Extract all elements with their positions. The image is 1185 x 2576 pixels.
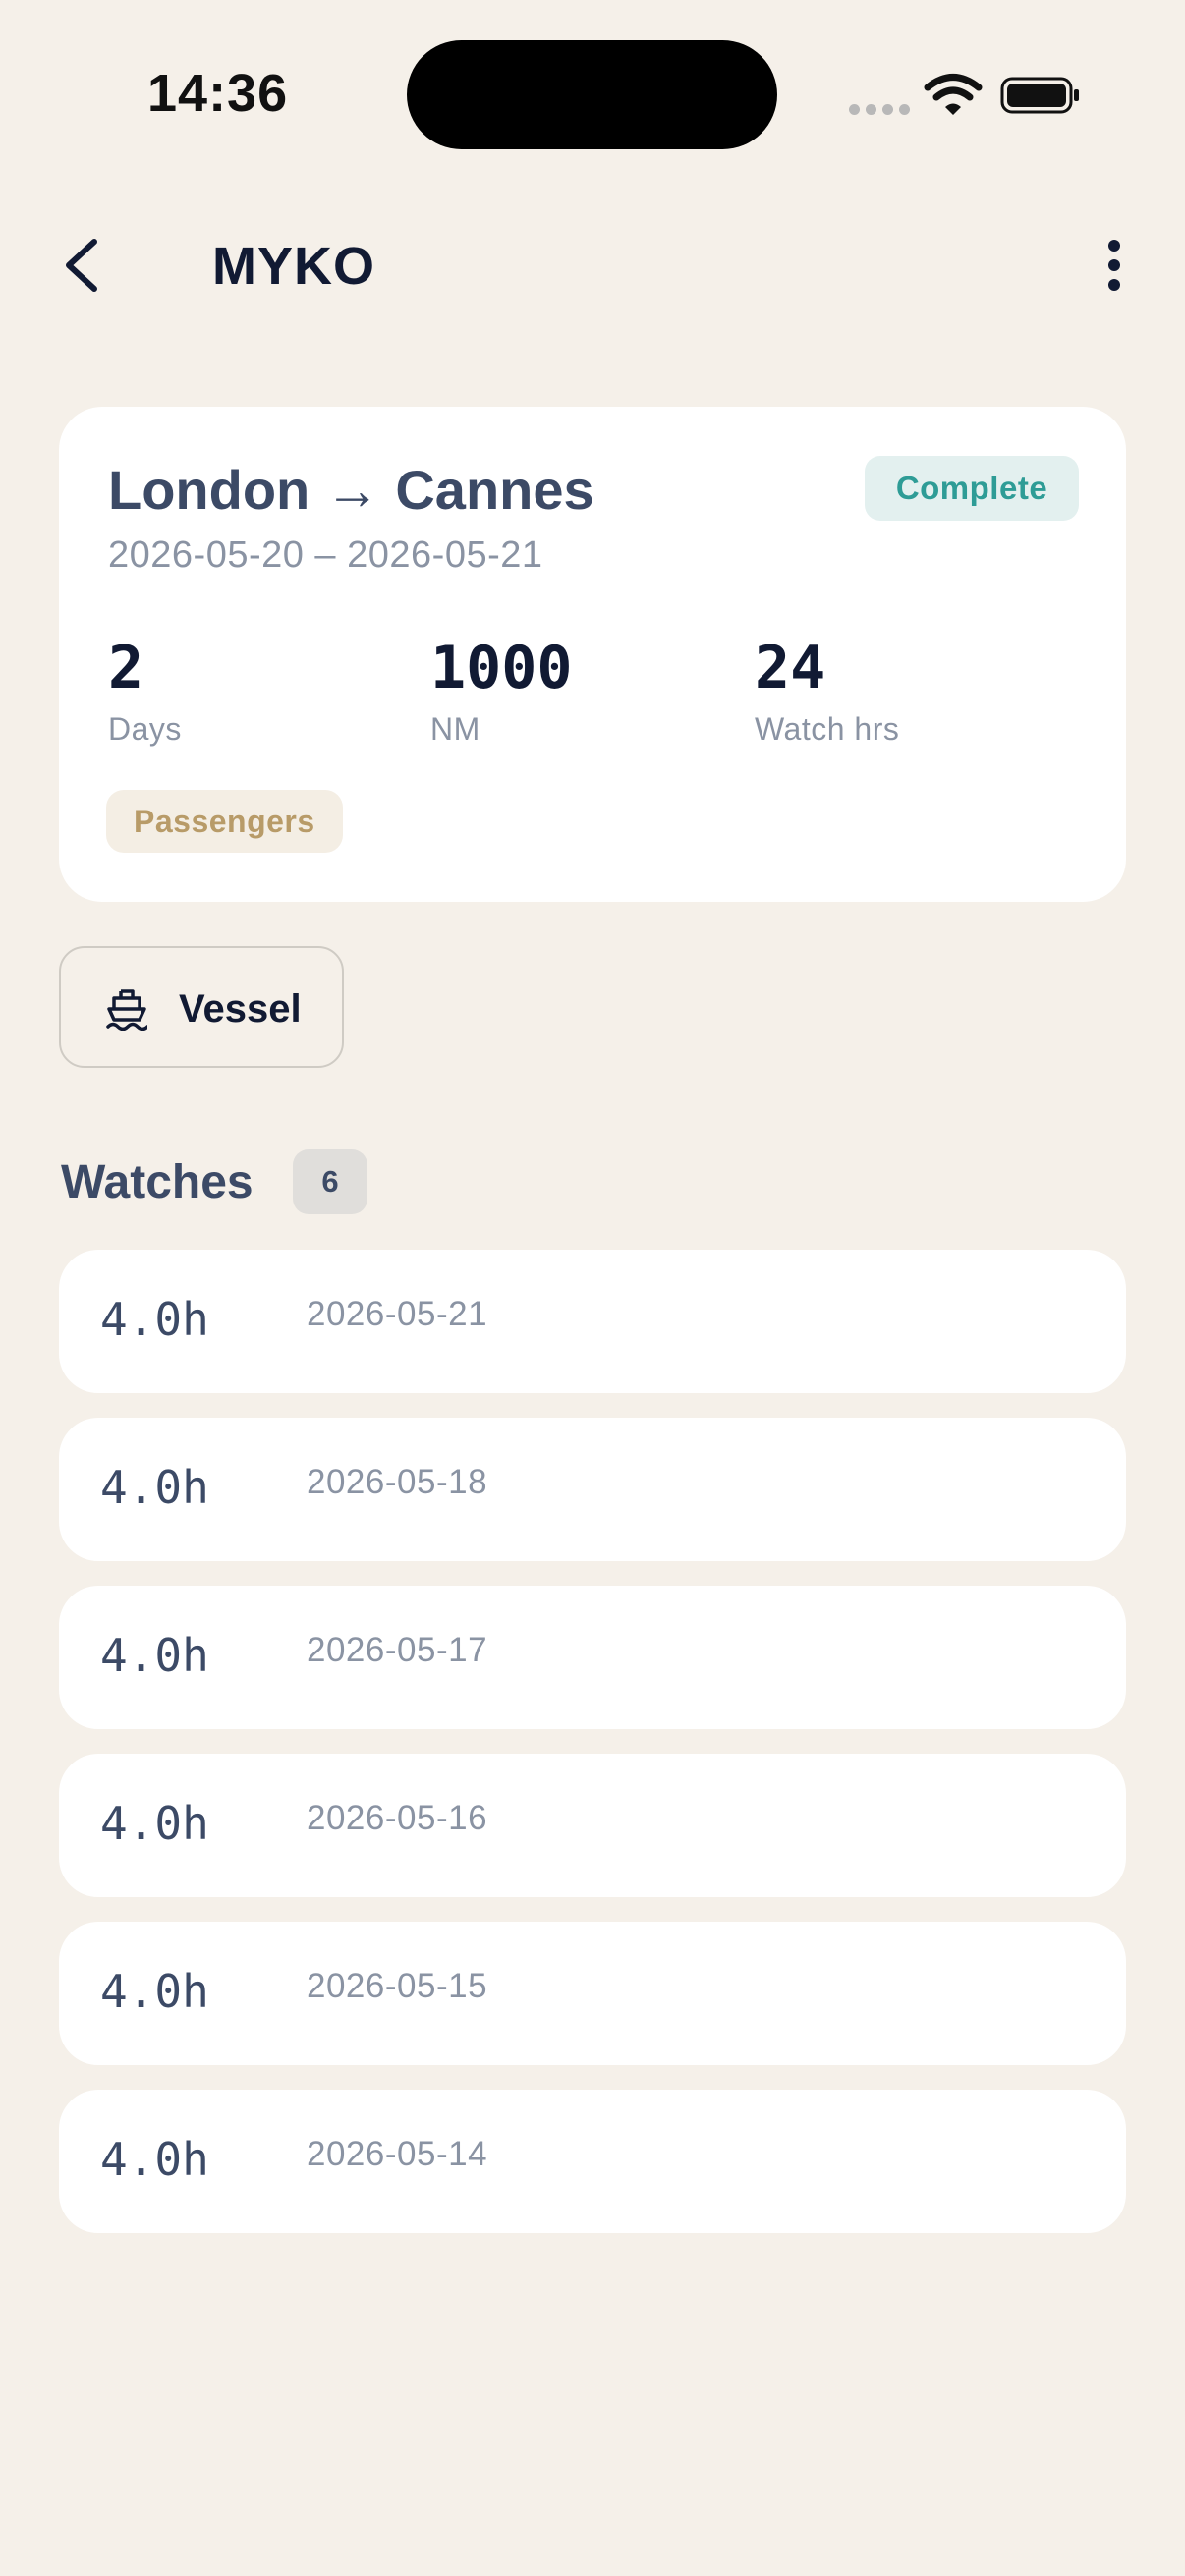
watch-date: 2026-05-15 xyxy=(307,1967,488,2005)
ship-icon xyxy=(106,989,147,1031)
battery-icon xyxy=(1000,77,1079,114)
watch-hours: 4.0h xyxy=(100,1629,209,1682)
vessel-button-label: Vessel xyxy=(179,987,302,1031)
status-badge: Complete xyxy=(865,456,1079,521)
stat-label: Watch hrs xyxy=(755,711,900,747)
trip-route-title: London → Cannes xyxy=(108,459,594,521)
back-button[interactable] xyxy=(55,234,114,297)
watch-row[interactable]: 4.0h 2026-05-16 xyxy=(59,1754,1126,1897)
stat-distance: 1000 NM xyxy=(430,639,573,748)
stat-label: NM xyxy=(430,711,480,747)
watch-date: 2026-05-16 xyxy=(307,1799,488,1837)
watch-row[interactable]: 4.0h 2026-05-14 xyxy=(59,2090,1126,2233)
stat-value: 24 xyxy=(755,634,826,702)
watch-row[interactable]: 4.0h 2026-05-21 xyxy=(59,1250,1126,1393)
stat-days: 2 Days xyxy=(108,639,182,748)
watches-count-badge: 6 xyxy=(293,1149,367,1214)
vessel-button[interactable]: Vessel xyxy=(59,946,344,1068)
watch-row[interactable]: 4.0h 2026-05-18 xyxy=(59,1418,1126,1561)
watch-date: 2026-05-14 xyxy=(307,2135,488,2173)
watch-row[interactable]: 4.0h 2026-05-17 xyxy=(59,1586,1126,1729)
watch-row[interactable]: 4.0h 2026-05-15 xyxy=(59,1922,1126,2065)
cellular-signal-icon xyxy=(849,104,910,115)
stat-label: Days xyxy=(108,711,182,747)
status-bar: 14:36 xyxy=(0,0,1185,187)
trip-dates: 2026-05-20 – 2026-05-21 xyxy=(108,534,543,576)
wifi-icon xyxy=(924,74,983,115)
watches-title: Watches xyxy=(61,1156,254,1208)
watch-hours: 4.0h xyxy=(100,2133,209,2186)
passengers-tag: Passengers xyxy=(106,790,343,853)
watch-date: 2026-05-17 xyxy=(307,1631,488,1669)
stat-value: 1000 xyxy=(430,634,573,702)
dynamic-island xyxy=(407,40,777,149)
stat-watch-hours: 24 Watch hrs xyxy=(755,639,899,748)
trip-summary-card: London → Cannes 2026-05-20 – 2026-05-21 … xyxy=(59,407,1126,902)
watch-hours: 4.0h xyxy=(100,1293,209,1346)
watch-date: 2026-05-21 xyxy=(307,1295,488,1333)
watch-date: 2026-05-18 xyxy=(307,1463,488,1501)
nav-bar: MYKO xyxy=(0,216,1185,314)
status-time: 14:36 xyxy=(147,64,289,123)
watch-hours: 4.0h xyxy=(100,1965,209,2018)
watch-hours: 4.0h xyxy=(100,1797,209,1850)
more-options-button[interactable] xyxy=(1095,234,1134,297)
watch-hours: 4.0h xyxy=(100,1461,209,1514)
watch-list: 4.0h 2026-05-21 4.0h 2026-05-18 4.0h 202… xyxy=(59,1250,1126,2258)
page-title: MYKO xyxy=(212,237,375,296)
stat-value: 2 xyxy=(108,634,144,702)
